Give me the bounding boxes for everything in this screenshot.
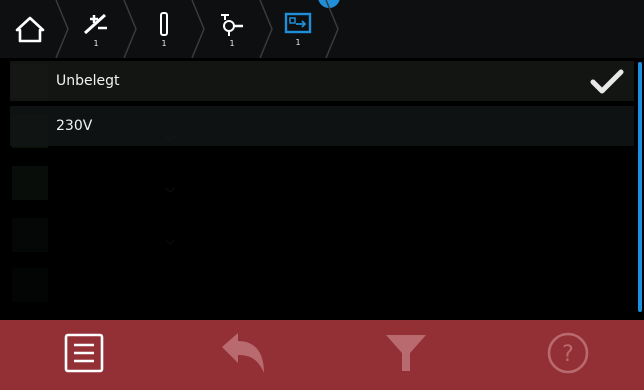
bottom-toolbar: ? — [0, 320, 644, 390]
breadcrumb: 1 1 1 1 — [0, 0, 644, 59]
option-label: Unbelegt — [56, 73, 120, 89]
output-terminal-icon — [284, 12, 312, 36]
menu-button[interactable] — [44, 320, 124, 390]
breadcrumb-count: 1 — [161, 38, 167, 48]
breadcrumb-home[interactable] — [2, 0, 58, 58]
breadcrumb-count: 1 — [229, 38, 235, 48]
help-button[interactable]: ? — [528, 320, 608, 390]
checkmark-icon — [590, 69, 624, 99]
voltage-off-icon — [81, 11, 111, 37]
menu-list-icon — [64, 333, 104, 377]
breadcrumb-output[interactable]: 1 — [270, 0, 326, 58]
breadcrumb-lamp[interactable]: 1 — [204, 0, 260, 58]
lamp-icon — [217, 11, 247, 37]
filter-button[interactable] — [366, 320, 446, 390]
breadcrumb-fuse[interactable]: 1 — [136, 0, 192, 58]
filter-icon — [384, 331, 428, 379]
svg-text:?: ? — [562, 342, 574, 367]
help-icon: ? — [546, 331, 590, 379]
option-unbelegt[interactable]: Unbelegt — [10, 61, 634, 101]
home-icon — [15, 15, 45, 43]
breadcrumb-count: 1 — [295, 37, 301, 47]
fuse-icon — [157, 11, 171, 37]
option-230v[interactable]: 230V — [10, 106, 634, 146]
selection-list: Unbelegt 230V — [0, 58, 644, 320]
option-label: 230V — [56, 118, 93, 134]
undo-button[interactable] — [204, 320, 284, 390]
breadcrumb-voltage[interactable]: 1 — [68, 0, 124, 58]
breadcrumb-count: 1 — [93, 38, 99, 48]
breadcrumb-separator — [325, 0, 339, 58]
undo-icon — [218, 329, 270, 381]
scrollbar[interactable] — [638, 62, 642, 312]
